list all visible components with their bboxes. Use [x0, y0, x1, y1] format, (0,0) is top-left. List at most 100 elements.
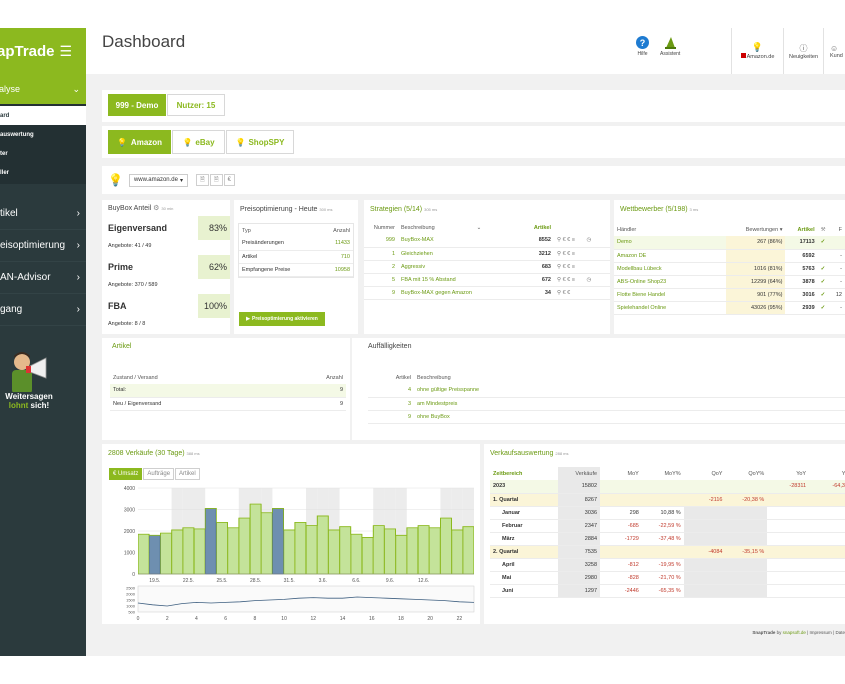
table-row[interactable]: ABS-Online Shop23 12299 (64%) 3878 ✓ - — [614, 275, 845, 289]
sales-bar[interactable] — [227, 527, 239, 575]
cell-beschreibung[interactable]: BuyBox-MAX — [398, 234, 522, 248]
sales-bar[interactable] — [350, 533, 363, 575]
tools-icon[interactable]: ⚒ — [821, 227, 826, 233]
sidebar-item-artikel[interactable]: tikel › — [0, 198, 86, 230]
list-icon[interactable]: ≡ — [572, 237, 577, 243]
sidebar-item-analyse[interactable]: alyse ⌄ — [0, 74, 86, 104]
referral-promo[interactable]: Weitersagen lohnt sich! — [0, 348, 60, 428]
clock-icon[interactable]: ◷ — [587, 277, 592, 283]
sales-bar[interactable] — [194, 528, 206, 575]
help-button[interactable]: ? Hilfe — [636, 36, 649, 57]
sales-bar[interactable] — [272, 508, 284, 575]
currency-button[interactable]: € — [223, 174, 235, 186]
sales-bar[interactable] — [149, 534, 161, 575]
table-row[interactable]: 9 ohne BuyBox — [368, 410, 845, 424]
sales-bar[interactable] — [294, 522, 307, 575]
table-row[interactable]: Modellbau Lübeck 1016 (81%) 5763 ✓ - — [614, 262, 845, 276]
cell-beschreibung[interactable]: am Mindestpreis — [414, 397, 845, 411]
sales-bar[interactable] — [205, 508, 217, 575]
table-row[interactable]: 1 Gleichziehen 3212 ⚲ € € ≡ — [364, 247, 610, 261]
marketplace-dropdown[interactable]: www.amazon.de ▾ — [128, 173, 188, 187]
cell-haendler[interactable]: ABS-Online Shop23 — [614, 275, 726, 289]
cell-zeitbereich[interactable]: 1. Quartal — [490, 493, 559, 507]
tab-ebay[interactable]: 💡 eBay — [172, 130, 225, 154]
list-icon[interactable]: ≡ — [572, 264, 575, 270]
table-row[interactable]: Flotte Biene Handel 901 (77%) 3016 ✓ 12 — [614, 288, 845, 302]
news-button[interactable]: ⓘ Neuigkeiten — [783, 28, 823, 74]
table-row[interactable]: 4 ohne gültige Preisspanne — [368, 384, 845, 398]
footer-privacy-link[interactable]: Date — [835, 630, 845, 635]
sales-chart[interactable]: 4000 3000 2000 1000 0 19.5. 22.5. 25.5. 28.5. 31.… — [102, 482, 480, 624]
account-name-button[interactable]: 999 - Demo — [108, 94, 166, 116]
sidebar-item-zugang[interactable]: gang › — [0, 294, 86, 326]
sales-bar[interactable] — [261, 512, 273, 575]
cell-zeitbereich[interactable]: März — [490, 532, 559, 546]
sales-bar[interactable] — [451, 529, 463, 575]
export-button-2[interactable]: 🗎 — [209, 174, 223, 186]
cell-beschreibung[interactable]: ohne gültige Preisspanne — [414, 384, 845, 398]
sales-bar[interactable] — [171, 529, 183, 575]
tab-umsatz[interactable]: € Umsatz — [109, 468, 143, 480]
sales-bar[interactable] — [182, 527, 194, 575]
cell-beschreibung[interactable]: Aggressiv — [398, 260, 522, 274]
activate-price-optimization-button[interactable]: ▶ Preisoptimierung aktivieren — [239, 312, 325, 326]
cell-zeitbereich[interactable]: 2023 — [490, 480, 559, 494]
sidebar-item-asin-advisor[interactable]: AN-Advisor › — [0, 262, 86, 294]
tab-auftraege[interactable]: Aufträge — [143, 468, 175, 480]
sidebar-sub-haendler[interactable]: ller — [0, 163, 86, 182]
table-row[interactable]: Demo 267 (86%) 17113 ✓ — [614, 236, 845, 250]
sidebar-sub-dashboard[interactable]: ard — [0, 106, 86, 125]
cell-zeitbereich[interactable]: Januar — [490, 506, 559, 520]
list-icon[interactable]: ≡ — [572, 277, 577, 283]
sales-bar[interactable] — [361, 537, 374, 575]
cell-haendler[interactable]: Amazon DE — [614, 249, 726, 263]
sales-bar[interactable] — [306, 525, 318, 575]
clock-icon[interactable]: ◷ — [587, 237, 592, 243]
sidebar-sub-filter[interactable]: ter — [0, 144, 86, 163]
cell-haendler[interactable]: Modellbau Lübeck — [614, 262, 726, 276]
sales-bar[interactable] — [238, 517, 251, 575]
table-row[interactable]: 2 Aggressiv 683 ⚲ € € ≡ — [364, 260, 610, 274]
tab-artikel[interactable]: Artikel — [175, 468, 200, 480]
sidebar-sub-auswertung[interactable]: auswertung — [0, 125, 86, 144]
sales-bar[interactable] — [440, 517, 452, 575]
table-row[interactable]: 999 BuyBox-MAX 8552 ⚲ € € ≡ ◷ — [364, 234, 610, 248]
cell-haendler[interactable]: Spielehandel Online — [614, 301, 726, 315]
sales-bar[interactable] — [216, 522, 228, 575]
sales-bar[interactable] — [328, 529, 340, 575]
sales-bar[interactable] — [417, 525, 430, 575]
sales-bar[interactable] — [373, 525, 385, 575]
sales-bar[interactable] — [395, 534, 407, 575]
brand-logo[interactable]: apTrade — [0, 43, 55, 60]
tab-shopspy[interactable]: 💡 ShopSPY — [226, 130, 294, 154]
cell-beschreibung[interactable]: ohne BuyBox — [414, 410, 845, 424]
list-icon[interactable]: ≡ — [572, 251, 575, 257]
sales-bar[interactable] — [250, 503, 262, 575]
sales-bar[interactable] — [137, 533, 150, 575]
cell-beschreibung[interactable]: BuyBox-MAX gegen Amazon — [398, 286, 522, 300]
assistant-button[interactable]: Assistent — [660, 36, 680, 57]
cell-haendler[interactable]: Demo — [614, 236, 726, 250]
table-row[interactable]: 9 BuyBox-MAX gegen Amazon 34 ⚲ € € — [364, 286, 610, 300]
sort-icon[interactable]: ⌄ — [477, 225, 482, 231]
account-users-button[interactable]: Nutzer: 15 — [167, 94, 225, 116]
gear-icon[interactable]: ⚙ — [153, 205, 159, 212]
cell-zeitbereich[interactable]: 2. Quartal — [490, 545, 559, 559]
sales-bar[interactable] — [384, 528, 396, 575]
euro-icon[interactable]: € — [567, 290, 570, 296]
cell-zeitbereich[interactable]: Mai — [490, 571, 559, 585]
sales-bar[interactable] — [317, 515, 329, 575]
cell-beschreibung[interactable]: Gleichziehen — [398, 247, 522, 261]
cell-zeitbereich[interactable]: Juni — [490, 584, 559, 598]
menu-toggle-icon[interactable]: ☰ — [59, 43, 72, 60]
footer-site-link[interactable]: snapsoft.de — [783, 630, 806, 635]
export-button-1[interactable]: 🗎 — [196, 174, 209, 186]
sidebar-item-preisoptimierung[interactable]: eisoptimierung › — [0, 230, 86, 262]
sales-bar[interactable] — [283, 529, 295, 575]
cell-zeitbereich[interactable]: April — [490, 558, 559, 572]
footer-impressum-link[interactable]: Impressum — [810, 630, 832, 635]
table-row[interactable]: Amazon DE 6592- — [614, 249, 845, 263]
marketplace-selector[interactable]: 💡 Amazon.de — [731, 28, 783, 74]
tab-amazon[interactable]: 💡 Amazon — [108, 130, 171, 154]
cell-beschreibung[interactable]: FBA mit 15 % Abstand — [398, 273, 522, 287]
